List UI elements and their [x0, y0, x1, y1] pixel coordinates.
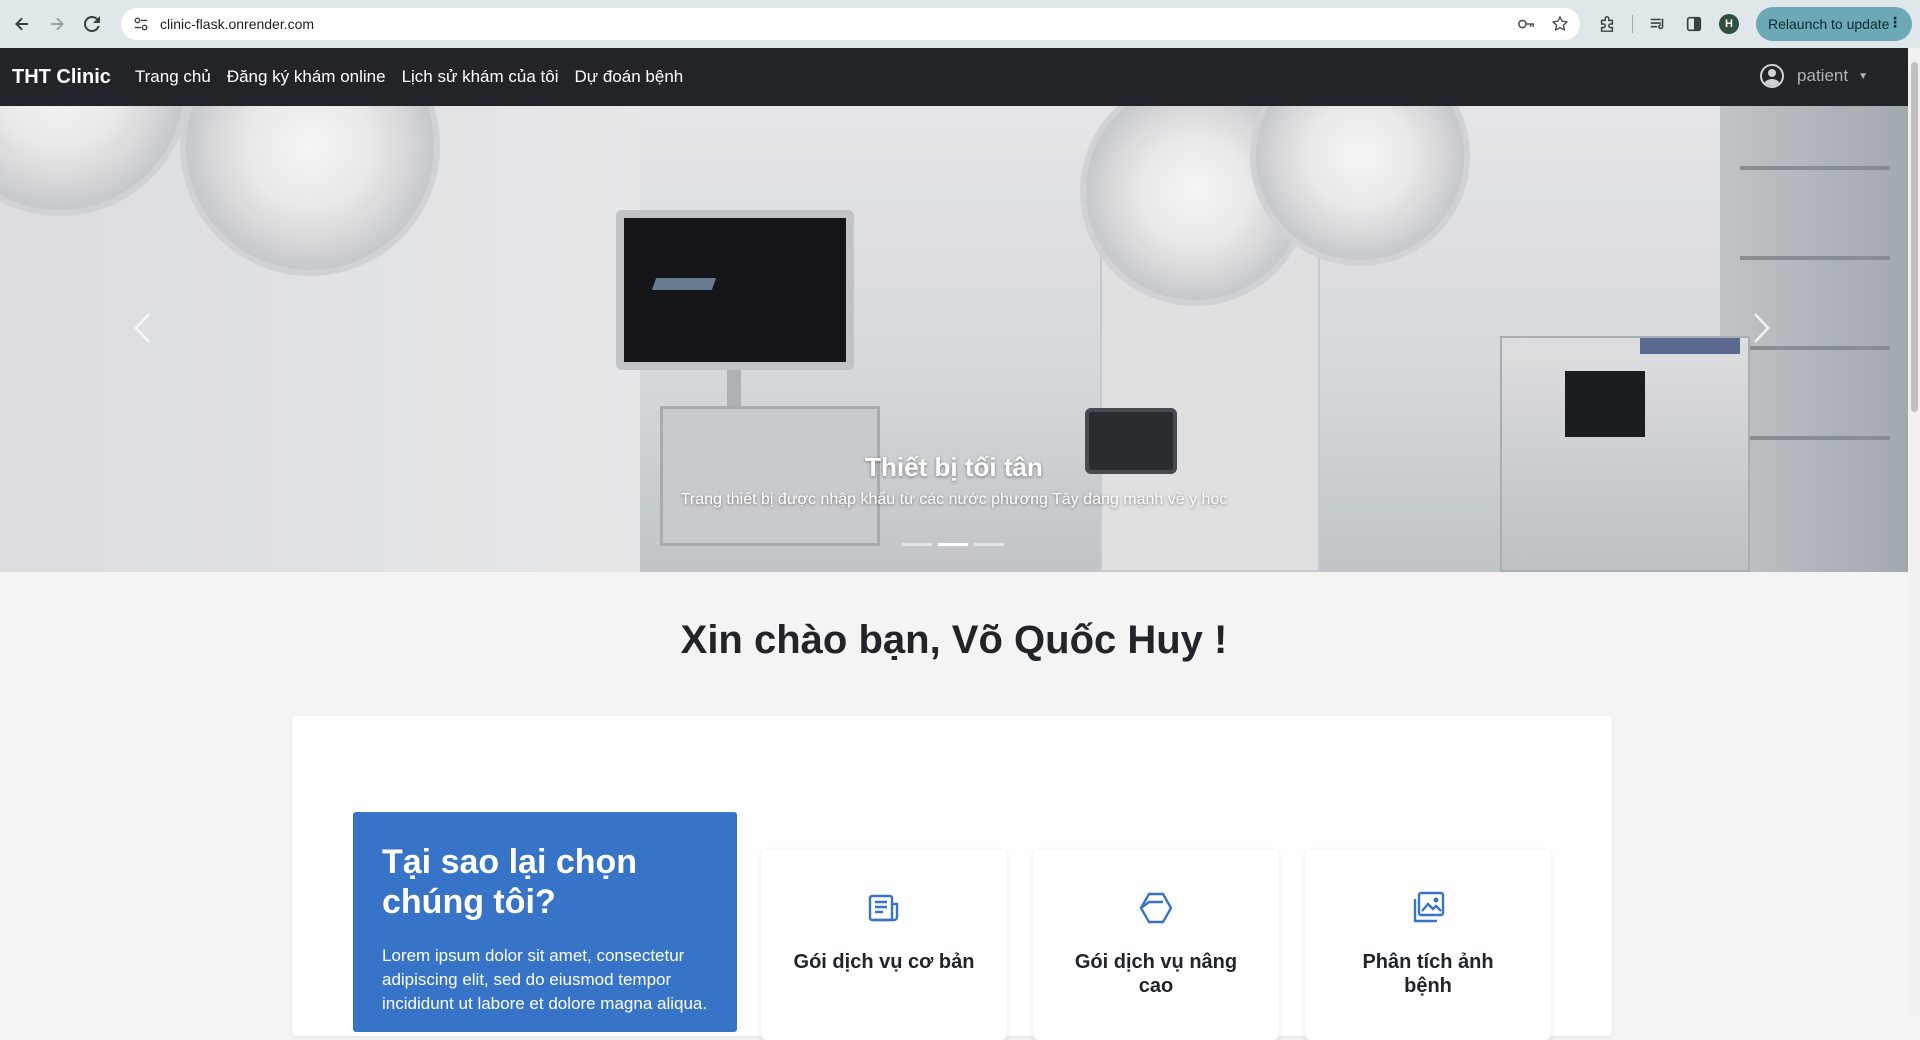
- more-menu-icon[interactable]: ⋮: [1888, 14, 1902, 31]
- back-icon[interactable]: [8, 10, 36, 38]
- site-navbar: THT Clinic Trang chủ Đăng ký khám online…: [0, 48, 1908, 106]
- user-avatar-icon: [1760, 64, 1785, 88]
- extensions-puzzle-icon[interactable]: [1596, 10, 1618, 38]
- nav-home-link[interactable]: Trang chủ: [135, 67, 211, 87]
- nav-links: Trang chủ Đăng ký khám online Lịch sử kh…: [135, 67, 683, 87]
- side-panel-icon[interactable]: [1683, 10, 1705, 38]
- nav-disease-prediction-link[interactable]: Dự đoán bệnh: [574, 67, 683, 87]
- service-card-advanced[interactable]: Gói dịch vụ nâng cao: [1033, 850, 1279, 1040]
- page-scrollbar[interactable]: [1908, 48, 1920, 1016]
- service-card-basic[interactable]: Gói dịch vụ cơ bản: [761, 850, 1007, 1040]
- service-card-image-analysis[interactable]: Phân tích ảnh bệnh: [1305, 850, 1551, 1040]
- relaunch-update-button[interactable]: Relaunch to update ⋮: [1756, 7, 1912, 41]
- service-title: Gói dịch vụ cơ bản: [793, 951, 975, 973]
- images-icon: [1410, 890, 1446, 926]
- hero-carousel: Thiết bị tối tân Trang thiết bị được nhậ…: [0, 106, 1908, 572]
- caption-text: Trang thiết bị được nhập khẩu từ các nướ…: [680, 491, 1228, 508]
- password-key-icon[interactable]: [1516, 14, 1536, 34]
- caption-title: Thiết bị tối tân: [865, 452, 1043, 482]
- reload-icon[interactable]: [78, 10, 106, 38]
- user-menu-dropdown[interactable]: patient ▼: [1760, 64, 1868, 88]
- carousel-caption: Thiết bị tối tân Trang thiết bị được nhậ…: [0, 452, 1908, 509]
- box-icon: [1138, 890, 1174, 926]
- carousel-indicators: [902, 543, 1004, 546]
- nav-my-history-link[interactable]: Lịch sử khám của tôi: [402, 67, 559, 87]
- service-title: Phân tích ảnh bệnh: [1362, 951, 1494, 997]
- welcome-heading: Xin chào bạn, Võ Quốc Huy !: [680, 618, 1228, 662]
- toolbar-divider: [1632, 15, 1633, 33]
- brand-logo[interactable]: THT Clinic: [12, 66, 111, 89]
- carousel-next-icon[interactable]: [1746, 308, 1776, 348]
- bookmark-star-icon[interactable]: [1550, 14, 1570, 34]
- why-title: Tại sao lại chọn chúng tôi?: [382, 843, 638, 921]
- chevron-down-icon: ▼: [1858, 70, 1868, 82]
- newspaper-icon: [866, 890, 902, 926]
- scrollbar-thumb[interactable]: [1911, 62, 1918, 412]
- site-settings-icon[interactable]: [133, 15, 151, 33]
- carousel-indicator-active[interactable]: [938, 543, 968, 546]
- address-bar[interactable]: clinic-flask.onrender.com: [121, 8, 1580, 40]
- carousel-prev-icon[interactable]: [128, 308, 158, 348]
- carousel-indicator[interactable]: [974, 543, 1004, 546]
- service-title: Gói dịch vụ nâng cao: [1074, 951, 1238, 997]
- why-text: Lorem ipsum dolor sit amet, consectetur …: [382, 946, 708, 1013]
- carousel-indicator[interactable]: [902, 543, 932, 546]
- relaunch-label: Relaunch to update: [1768, 16, 1890, 32]
- profile-avatar[interactable]: H: [1719, 14, 1739, 34]
- browser-toolbar: clinic-flask.onrender.com H Relaunch to …: [0, 0, 1920, 48]
- nav-online-booking-link[interactable]: Đăng ký khám online: [227, 67, 386, 87]
- media-queue-icon[interactable]: [1647, 10, 1669, 38]
- user-name: patient: [1797, 66, 1849, 85]
- url-text[interactable]: clinic-flask.onrender.com: [160, 16, 314, 32]
- forward-icon[interactable]: [43, 10, 71, 38]
- why-choose-us-box: Tại sao lại chọn chúng tôi? Lorem ipsum …: [353, 812, 737, 1032]
